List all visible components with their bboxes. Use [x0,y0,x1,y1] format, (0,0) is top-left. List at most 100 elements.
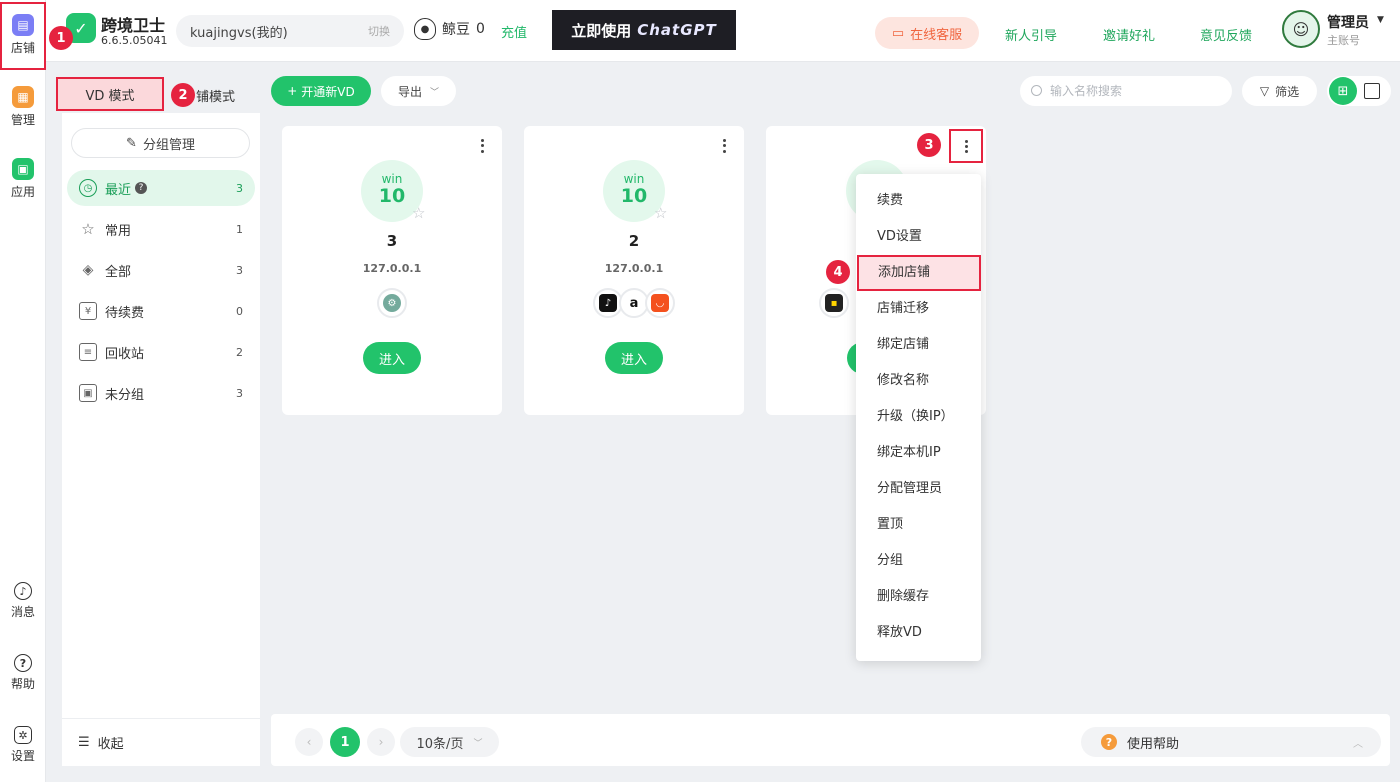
step-badge: 4 [826,260,850,284]
question-icon[interactable]: ? [135,182,148,194]
star-icon: ☆ [81,220,95,238]
rail-app[interactable]: ▣ 应用 [0,158,46,200]
user-name[interactable]: 管理员 [1327,12,1369,32]
nav-count: 3 [236,181,243,195]
enter-button[interactable]: 进入 [605,342,663,374]
recharge-link[interactable]: 充值 [501,22,527,41]
nav-label: 未分组 [105,387,145,403]
chat-icon: ▭ [891,25,905,41]
grid-view-icon[interactable]: ⊞ [1329,77,1357,105]
plus-icon: + [287,84,298,98]
invite-link[interactable]: 邀请好礼 [1103,25,1155,44]
user-role: 主账号 [1327,34,1360,47]
folder-icon: ▣ [79,384,97,402]
menu-add-shop[interactable]: 添加店铺 [857,255,981,291]
nav-ungrouped[interactable]: ▣ 未分组 3 [67,375,255,411]
menu-assign-admin[interactable]: 分配管理员 [856,471,981,507]
shop-platform-icon: ▪ [819,288,849,318]
more-icon[interactable] [949,129,983,163]
more-icon[interactable] [476,138,488,154]
caret-down-icon[interactable]: ▼ [1377,15,1384,25]
clock-icon: ◷ [79,179,97,197]
rail-shop[interactable]: ▤ 店铺 [0,2,46,70]
nav-favorites[interactable]: ☆ 常用 1 [67,211,255,247]
filter-button[interactable]: ▽ 筛选 [1242,76,1317,106]
menu-group[interactable]: 分组 [856,543,981,579]
card-name: 2 [628,232,640,250]
nav-all[interactable]: ◈ 全部 3 [67,252,255,288]
menu-clear-cache[interactable]: 删除缓存 [856,579,981,615]
list-view-icon[interactable] [1364,83,1380,99]
menu-upgrade[interactable]: 升级（换IP） [856,399,981,435]
page-size-select[interactable]: 10条/页 ﹀ [400,727,499,757]
top-header: ✓ 跨境卫士 6.6.5.05041 kuajingvs(我的) 切换 ● 鲸豆… [46,0,1400,62]
nav-label: 常用 [105,223,132,239]
page-size-label: 10条/页 [416,736,464,752]
menu-pin-top[interactable]: 置顶 [856,507,981,543]
export-label: 导出 [397,84,422,99]
nav-pending-renewal[interactable]: ¥ 待续费 0 [67,293,255,329]
nav-count: 1 [236,222,243,236]
filter-icon: ▽ [1259,84,1270,98]
coin-label: 鲸豆 [442,22,470,38]
customer-service-button[interactable]: ▭ 在线客服 [875,17,979,49]
collapse-button[interactable]: ☰ 收起 [62,718,260,766]
banner-prefix: 立即使用 [571,21,632,40]
menu-bind-local-ip[interactable]: 绑定本机IP [856,435,981,471]
gear-icon: ✲ [14,726,32,744]
left-rail: ▤ 店铺 ▦ 管理 ▣ 应用 ♪ 消息 ? 帮助 ✲ 设置 [0,0,46,782]
menu-release-vd[interactable]: 释放VD [856,615,981,651]
current-page[interactable]: 1 [330,727,360,757]
account-switcher[interactable]: kuajingvs(我的) 切换 [176,15,404,47]
nav-recycle-bin[interactable]: ≡ 回收站 2 [67,334,255,370]
search-input[interactable] [1020,76,1232,106]
chevron-up-icon[interactable]: ︿ [1353,735,1363,750]
next-page-button[interactable]: › [367,728,395,756]
avatar[interactable]: ☺ [1282,10,1320,48]
prev-page-button[interactable]: ‹ [295,728,323,756]
usage-help-label: 使用帮助 [1127,736,1180,752]
export-button[interactable]: 导出 ﹀ [381,76,456,106]
menu-bind-shop[interactable]: 绑定店铺 [856,327,981,363]
nav-label: 最近 [105,182,132,198]
chatgpt-icon: ⚙ [377,288,407,318]
account-name: kuajingvs(我的) [190,25,288,41]
star-icon[interactable]: ☆ [412,204,425,222]
menu-renew[interactable]: 续费 [856,183,981,219]
rail-settings[interactable]: ✲ 设置 [0,726,46,764]
menu-vd-settings[interactable]: VD设置 [856,219,981,255]
card-ip: 127.0.0.1 [604,262,664,275]
edit-icon: ✎ [126,135,137,151]
step-badge: 2 [171,83,195,107]
brand-version: 6.6.5.05041 [101,34,168,47]
menu-migrate-shop[interactable]: 店铺迁移 [856,291,981,327]
rail-app-label: 应用 [10,185,35,199]
enter-button[interactable]: 进入 [363,342,421,374]
chatgpt-banner[interactable]: 立即使用 ChatGPT [552,10,736,50]
nav-count: 0 [236,304,243,318]
star-icon[interactable]: ☆ [654,204,667,222]
guide-link[interactable]: 新人引导 [1005,25,1057,44]
new-vd-button[interactable]: + 开通新VD [271,76,371,106]
search-icon [1031,85,1042,96]
group-manage-button[interactable]: ✎ 分组管理 [71,128,250,158]
rail-help[interactable]: ? 帮助 [0,654,46,692]
usage-help-button[interactable]: ? 使用帮助 ︿ [1081,727,1381,757]
account-switch-label[interactable]: 切换 [368,23,390,39]
shop-mode-tab[interactable]: 铺模式 [196,86,235,105]
nav-recent[interactable]: ◷ 最近 ? 3 [67,170,255,206]
feedback-link[interactable]: 意见反馈 [1200,25,1252,44]
filter-label: 筛选 [1275,84,1300,99]
chevron-down-icon: ﹀ [473,738,483,749]
banner-product: ChatGPT [637,21,717,39]
rail-settings-label: 设置 [10,749,35,763]
vd-mode-tab[interactable]: VD 模式 [56,77,164,111]
question-icon: ? [1101,734,1117,750]
rail-manage[interactable]: ▦ 管理 [0,86,46,128]
more-icon[interactable] [718,138,730,154]
rail-manage-label: 管理 [10,113,35,127]
rail-message[interactable]: ♪ 消息 [0,582,46,620]
menu-rename[interactable]: 修改名称 [856,363,981,399]
os-version: 10 [620,185,648,207]
brand-name: 跨境卫士 [101,16,166,35]
